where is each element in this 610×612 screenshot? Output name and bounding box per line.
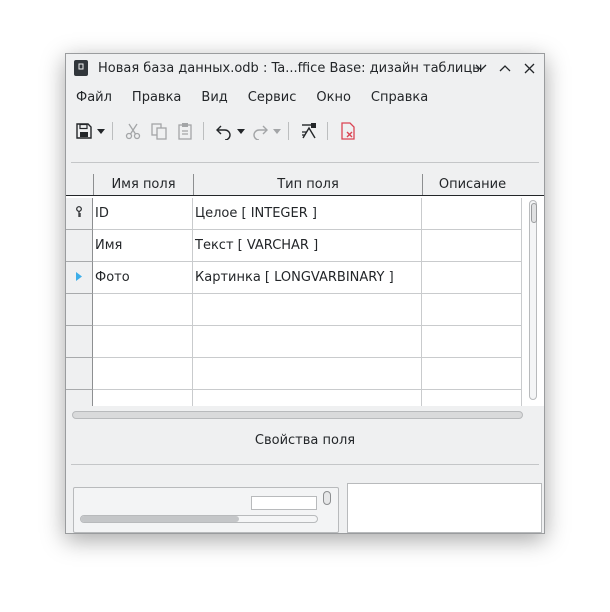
field-name-cell[interactable] [93,294,193,326]
properties-horizontal-scroll-thumb[interactable] [81,516,239,522]
grid-horizontal-scrollbar[interactable] [72,411,523,419]
field-name-cell[interactable] [93,326,193,358]
document-icon [74,60,88,76]
description-cell[interactable] [422,326,522,358]
table-row[interactable] [66,294,522,326]
column-header-description[interactable]: Описание [422,174,522,195]
field-type-cell[interactable]: Целое [ INTEGER ] [193,198,422,230]
toolbar-separator [288,122,289,140]
index-design-icon[interactable] [297,119,321,143]
properties-horizontal-scrollbar[interactable] [80,515,318,523]
row-header[interactable] [66,262,93,294]
field-type-cell[interactable] [193,358,422,390]
save-dropdown-arrow-icon[interactable] [96,119,106,143]
minimize-icon[interactable] [472,59,490,77]
redo-dropdown-arrow-icon[interactable] [272,119,282,143]
row-header[interactable] [66,358,93,390]
delete-rows-icon[interactable] [336,119,360,143]
field-name-cell[interactable]: Имя [93,230,193,262]
property-value-input[interactable] [251,496,317,510]
description-cell[interactable] [422,198,522,230]
description-cell[interactable] [422,294,522,326]
menu-help[interactable]: Справка [361,90,438,105]
row-header[interactable] [66,390,93,406]
field-properties-label: Свойства поля [254,433,356,448]
menu-edit[interactable]: Правка [122,90,191,105]
menu-bar: Файл Правка Вид Сервис Окно Справка [66,85,438,109]
properties-vertical-scroll-thumb[interactable] [323,491,331,505]
save-icon[interactable] [72,119,96,143]
menu-window[interactable]: Окно [306,90,361,105]
table-design-grid: Имя поля Тип поля Описание ID Целое [ IN… [66,174,544,406]
row-header[interactable] [66,294,93,326]
table-row[interactable] [66,358,522,390]
toolbar-separator [203,122,204,140]
table-row[interactable]: Фото Картинка [ LONGVARBINARY ] [66,262,522,294]
table-row[interactable] [66,326,522,358]
column-header-field-name[interactable]: Имя поля [93,174,193,195]
toolbar [66,116,544,146]
copy-icon[interactable] [147,119,171,143]
title-bar[interactable]: Новая база данных.odb : Ta...ffice Base:… [66,54,544,82]
row-header[interactable] [66,198,93,230]
toolbar-separator [112,122,113,140]
description-cell[interactable] [422,390,522,406]
close-icon[interactable] [520,59,538,77]
menu-view[interactable]: Вид [191,90,237,105]
field-name-cell[interactable]: Фото [93,262,193,294]
table-row[interactable] [66,390,522,406]
row-header-corner [66,174,93,195]
field-name-cell[interactable] [93,358,193,390]
maximize-icon[interactable] [496,59,514,77]
redo-icon[interactable] [248,119,272,143]
field-help-box [347,483,542,533]
row-header[interactable] [66,326,93,358]
field-name-cell[interactable] [93,390,193,406]
field-type-cell[interactable] [193,294,422,326]
primary-key-icon [75,205,83,222]
column-header-field-type[interactable]: Тип поля [193,174,422,195]
field-properties-panel [73,487,339,533]
grid-vertical-scroll-thumb[interactable] [531,203,537,223]
separator [71,464,539,465]
field-type-cell[interactable]: Текст [ VARCHAR ] [193,230,422,262]
toolbar-separator [327,122,328,140]
current-row-arrow-icon [76,270,82,285]
undo-icon[interactable] [212,119,236,143]
table-design-window: Новая база данных.odb : Ta...ffice Base:… [65,53,545,534]
menu-tools[interactable]: Сервис [238,90,307,105]
field-name-cell[interactable]: ID [93,198,193,230]
field-type-cell[interactable] [193,390,422,406]
description-cell[interactable] [422,230,522,262]
description-cell[interactable] [422,262,522,294]
grid-vertical-scrollbar[interactable] [529,200,537,400]
table-row[interactable]: ID Целое [ INTEGER ] [66,198,522,230]
table-row[interactable]: Имя Текст [ VARCHAR ] [66,230,522,262]
cut-icon[interactable] [121,119,145,143]
separator [71,162,539,163]
field-type-cell[interactable]: Картинка [ LONGVARBINARY ] [193,262,422,294]
undo-dropdown-arrow-icon[interactable] [236,119,246,143]
paste-icon[interactable] [173,119,197,143]
field-type-cell[interactable] [193,326,422,358]
grid-header: Имя поля Тип поля Описание [66,174,544,196]
window-title: Новая база данных.odb : Ta...ffice Base:… [98,60,483,76]
menu-file[interactable]: Файл [66,90,122,105]
description-cell[interactable] [422,358,522,390]
row-header[interactable] [66,230,93,262]
